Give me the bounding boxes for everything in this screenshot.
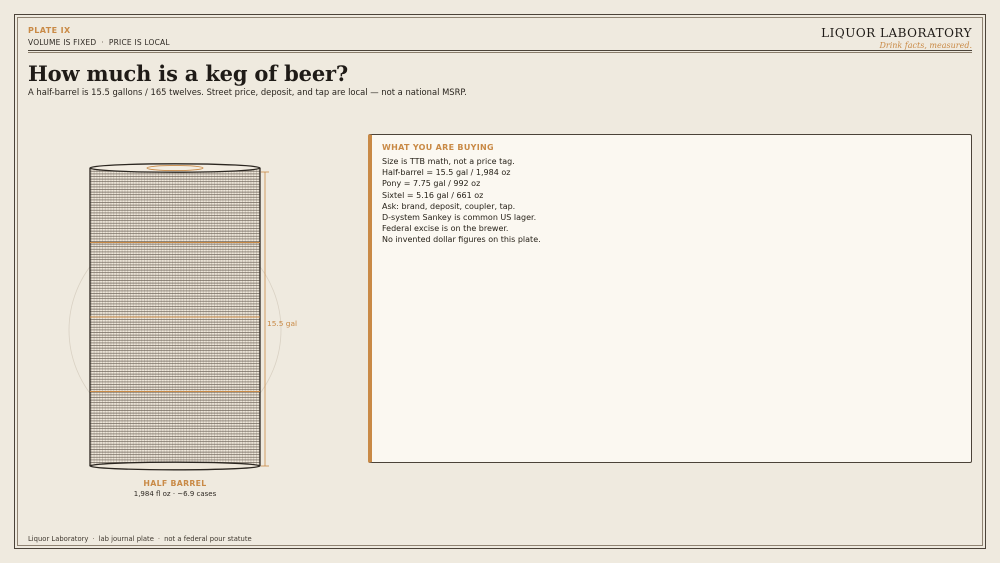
fact-item: Half-barrel = 15.5 gal / 1,984 oz <box>382 168 511 178</box>
tag-volume: VOLUME IS FIXED <box>28 38 97 47</box>
fact-item: Sixtel = 5.16 gal / 661 oz <box>382 190 484 200</box>
plate-number: PLATE IX <box>28 26 71 35</box>
brand-tagline: Drink facts, measured. <box>879 41 972 50</box>
header-rule <box>28 50 972 51</box>
page-title: How much is a keg of beer? <box>28 61 348 86</box>
info-panel: WHAT YOU ARE BUYING Size is TTB math, no… <box>368 134 972 463</box>
fact-item: Pony = 7.75 gal / 992 oz <box>382 179 481 189</box>
plate-tags: VOLUME IS FIXED · PRICE IS LOCAL <box>28 38 170 47</box>
footer-note: lab journal plate <box>98 535 154 543</box>
footer-disclaimer: not a federal pour statute <box>164 535 252 543</box>
keg-caption-title: HALF BARREL <box>143 479 206 488</box>
panel-heading: WHAT YOU ARE BUYING <box>382 143 494 152</box>
fact-item: Ask: brand, deposit, coupler, tap. <box>382 201 516 211</box>
fact-item: Federal excise is on the brewer. <box>382 224 509 234</box>
keg-diagram: 15.5 gal HALF BARREL 1,984 fl oz · ~6.9 … <box>60 150 310 500</box>
fact-item: D-system Sankey is common US lager. <box>382 213 537 223</box>
brand-block: LIQUOR LABORATORY Drink facts, measured. <box>821 26 972 50</box>
footer-brand: Liquor Laboratory <box>28 535 89 543</box>
tag-price: PRICE IS LOCAL <box>108 38 170 47</box>
fact-item: No invented dollar figures on this plate… <box>382 235 541 245</box>
brand-name: LIQUOR LABORATORY <box>821 26 972 40</box>
tag-separator: · <box>101 38 104 47</box>
keg-bottom-rim <box>89 461 261 471</box>
footer-separator: · <box>157 535 161 543</box>
keg-diagram-svg: 15.5 gal HALF BARREL 1,984 fl oz · ~6.9 … <box>68 163 297 498</box>
keg-caption-detail: 1,984 fl oz · ~6.9 cases <box>134 490 217 498</box>
volume-label: 15.5 gal <box>267 319 297 328</box>
header-rule-secondary <box>28 52 972 53</box>
footer: Liquor Laboratory · lab journal plate · not … <box>28 535 252 543</box>
page-lede: A half-barrel is 15.5 gallons / 165 twel… <box>28 87 467 97</box>
fact-list: Size is TTB math, not a price tag. Half-… <box>382 156 961 246</box>
footer-separator: · <box>92 535 95 543</box>
fact-item: Size is TTB math, not a price tag. <box>382 157 515 166</box>
